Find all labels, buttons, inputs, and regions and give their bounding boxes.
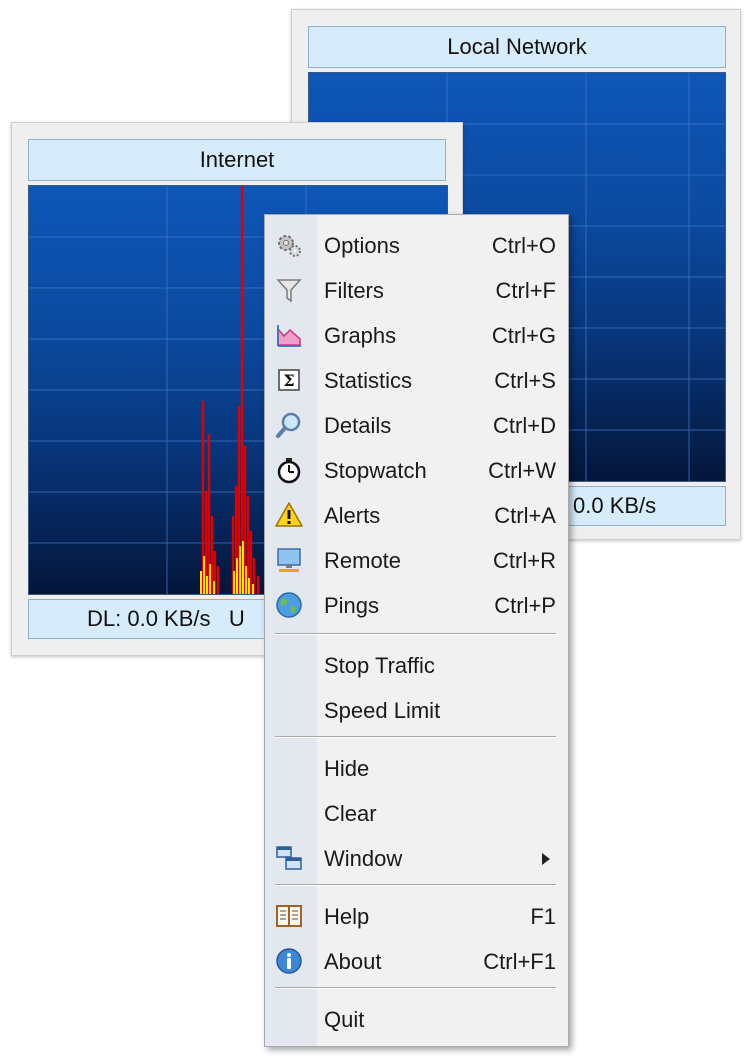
menu-item-statistics[interactable]: Σ Statistics Ctrl+S [265, 359, 568, 401]
menu-item-label: Stop Traffic [324, 653, 435, 678]
menu-item-label: Remote [324, 548, 402, 573]
svg-text:Σ: Σ [283, 371, 294, 390]
magnifier-icon [274, 410, 304, 440]
menu-item-alerts[interactable]: Alerts Ctrl+A [265, 494, 568, 536]
menu-separator [275, 884, 556, 886]
menu-item-options[interactable]: Options Ctrl+O [265, 224, 568, 266]
menu-item-shortcut: Ctrl+G [491, 323, 556, 348]
warning-icon [274, 500, 304, 530]
info-icon [274, 946, 304, 976]
graph-icon [274, 320, 304, 350]
menu-item-label: Alerts [324, 503, 381, 528]
gears-icon [274, 230, 304, 260]
menu-item-label: Speed Limit [324, 698, 441, 723]
menu-item-shortcut: Ctrl+D [493, 413, 556, 438]
local-network-title: Local Network [308, 26, 726, 68]
menu-item-about[interactable]: About Ctrl+F1 [265, 940, 568, 982]
menu-item-label: Filters [324, 278, 384, 303]
menu-item-label: Window [324, 846, 403, 871]
funnel-icon [274, 275, 304, 305]
menu-item-shortcut: F1 [530, 904, 556, 929]
menu-item-window[interactable]: Window [265, 837, 568, 879]
menu-item-remote[interactable]: Remote Ctrl+R [265, 539, 568, 581]
local-network-rate: 0.0 KB/s [573, 493, 657, 518]
windows-icon [274, 843, 304, 873]
menu-item-label: About [324, 949, 382, 974]
menu-item-shortcut: Ctrl+P [494, 593, 556, 618]
help-book-icon [274, 901, 304, 931]
globe-icon [274, 590, 304, 620]
menu-item-shortcut: Ctrl+F1 [483, 949, 556, 974]
menu-item-shortcut: Ctrl+S [494, 368, 556, 393]
submenu-arrow-icon [542, 853, 550, 865]
menu-separator [275, 987, 556, 989]
menu-item-shortcut: Ctrl+R [493, 548, 556, 573]
menu-item-filters[interactable]: Filters Ctrl+F [265, 269, 568, 311]
menu-item-quit[interactable]: Quit [265, 998, 568, 1040]
internet-title: Internet [28, 139, 446, 181]
menu-item-shortcut: Ctrl+A [494, 503, 556, 528]
menu-item-label: Options [324, 233, 400, 258]
stopwatch-icon [274, 455, 304, 485]
menu-item-stopwatch[interactable]: Stopwatch Ctrl+W [265, 449, 568, 491]
menu-item-label: Hide [324, 756, 370, 781]
menu-item-help[interactable]: Help F1 [265, 895, 568, 937]
sigma-icon: Σ [274, 365, 304, 395]
menu-separator [275, 736, 556, 738]
menu-item-speed-limit[interactable]: Speed Limit [265, 689, 568, 731]
menu-item-graphs[interactable]: Graphs Ctrl+G [265, 314, 568, 356]
menu-item-shortcut: Ctrl+O [491, 233, 556, 258]
menu-item-label: Graphs [324, 323, 397, 348]
menu-item-stop-traffic[interactable]: Stop Traffic [265, 644, 568, 686]
menu-item-label: Quit [324, 1007, 365, 1032]
internet-rate: DL: 0.0 KB/s U [87, 606, 245, 631]
menu-item-label: Details [324, 413, 392, 438]
menu-item-shortcut: Ctrl+W [488, 458, 556, 483]
menu-item-pings[interactable]: Pings Ctrl+P [265, 584, 568, 626]
menu-item-label: Pings [324, 593, 380, 618]
context-menu: Options Ctrl+O Filters Ctrl+F Graphs Ctr… [264, 214, 569, 1047]
menu-item-label: Statistics [324, 368, 413, 393]
menu-item-clear[interactable]: Clear [265, 792, 568, 834]
menu-item-details[interactable]: Details Ctrl+D [265, 404, 568, 446]
menu-item-label: Clear [324, 801, 377, 826]
menu-item-label: Help [324, 904, 370, 929]
monitor-icon [274, 545, 304, 575]
menu-item-hide[interactable]: Hide [265, 747, 568, 789]
menu-item-shortcut: Ctrl+F [495, 278, 557, 303]
menu-item-label: Stopwatch [324, 458, 427, 483]
menu-separator [275, 633, 556, 635]
